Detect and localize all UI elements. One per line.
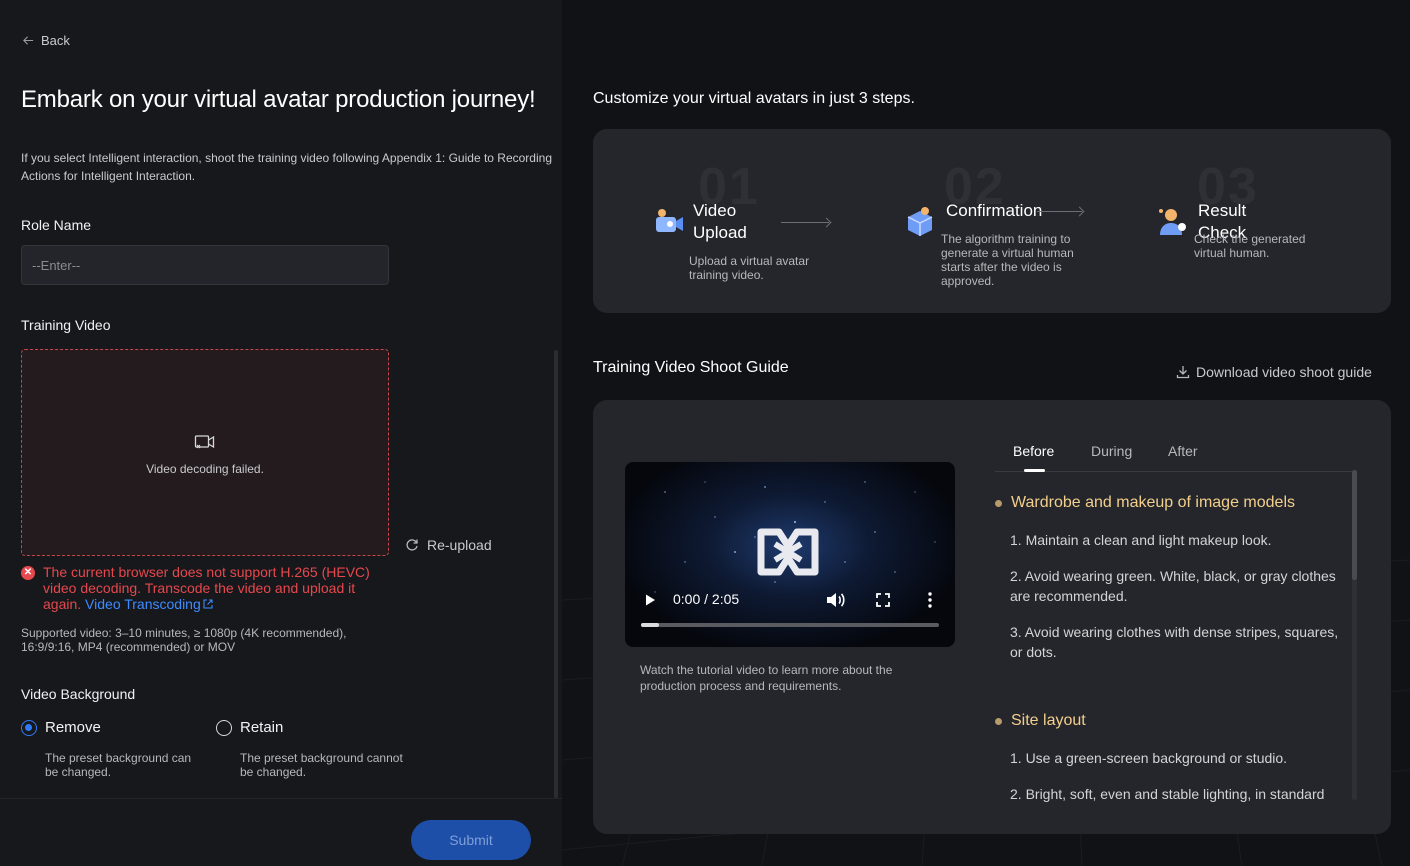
- video-error-icon: [194, 435, 215, 449]
- brand-logo: [757, 528, 819, 576]
- video-transcoding-link[interactable]: Video Transcoding: [85, 596, 214, 612]
- reupload-button[interactable]: Re-upload: [405, 537, 492, 553]
- refresh-icon: [406, 539, 418, 551]
- submit-button[interactable]: Submit: [411, 820, 531, 860]
- more-options-icon[interactable]: [925, 591, 935, 609]
- guide-item: 1. Use a green-screen background or stud…: [1010, 750, 1288, 766]
- active-tab-indicator: [1024, 469, 1045, 472]
- video-upload-icon: [656, 209, 683, 232]
- role-name-input[interactable]: [21, 245, 389, 285]
- step-title-line1: Confirmation: [946, 201, 1043, 220]
- volume-icon[interactable]: [825, 591, 845, 609]
- radio-retain-indicator[interactable]: [216, 719, 232, 736]
- tab-before[interactable]: Before: [1013, 443, 1054, 459]
- bullet-dot: [995, 499, 1002, 507]
- video-time: 0:00 / 2:05: [673, 591, 740, 607]
- tab-during[interactable]: During: [1091, 443, 1132, 459]
- radio-retain-desc: The preset background cannot be changed.: [240, 751, 403, 779]
- intro-text: If you select Intelligent interaction, s…: [21, 151, 552, 183]
- step-desc: The algorithm training to generate a vir…: [941, 232, 1074, 288]
- download-guide-label: Download video shoot guide: [1196, 364, 1372, 380]
- role-name-label: Role Name: [21, 217, 92, 233]
- step-connector: [781, 222, 829, 223]
- error-message: ✕ The current browser does not support H…: [21, 564, 381, 612]
- guide-item: 1. Maintain a clean and light makeup loo…: [1010, 532, 1272, 548]
- bullet-dot: [995, 717, 1002, 725]
- guide-title: Training Video Shoot Guide: [593, 359, 789, 376]
- reupload-label: Re-upload: [427, 537, 492, 553]
- guide-item: 3. Avoid wearing clothes with dense stri…: [1010, 624, 1339, 660]
- steps-card: 01 Video Upload Upload a virtual avatar …: [593, 129, 1391, 313]
- section-heading-text: Site layout: [1011, 712, 1086, 729]
- radio-retain-label: Retain: [240, 719, 284, 736]
- tab-after[interactable]: After: [1168, 443, 1198, 459]
- section-heading: Wardrobe and makeup of image models: [995, 494, 1295, 512]
- external-link-icon: [203, 599, 213, 609]
- result-check-icon: [1159, 209, 1186, 235]
- page-title: Embark on your virtual avatar production…: [21, 86, 536, 113]
- guide-item: 2. Avoid wearing green. White, black, or…: [1010, 568, 1336, 604]
- form-panel: Back Embark on your virtual avatar produ…: [0, 0, 562, 866]
- step-connector: [1037, 211, 1082, 212]
- download-guide-button[interactable]: Download video shoot guide: [1176, 364, 1372, 380]
- video-upload-area[interactable]: Video decoding failed.: [21, 349, 389, 556]
- radio-remove-label: Remove: [45, 719, 101, 736]
- form-scrollbar[interactable]: [554, 350, 558, 798]
- video-transcoding-label: Video Transcoding: [85, 596, 201, 612]
- radio-remove-desc: The preset background can be changed.: [45, 751, 192, 779]
- error-icon: ✕: [21, 566, 35, 580]
- radio-retain[interactable]: Retain: [216, 719, 283, 736]
- back-label: Back: [41, 33, 70, 48]
- back-button[interactable]: Back: [22, 33, 70, 48]
- download-icon: [1176, 366, 1190, 379]
- section-heading-text: Wardrobe and makeup of image models: [1011, 494, 1295, 511]
- radio-remove[interactable]: Remove: [21, 719, 101, 736]
- play-icon[interactable]: [643, 593, 657, 607]
- video-background-label: Video Background: [21, 686, 136, 702]
- step-title-line1: Video: [693, 201, 737, 220]
- step-desc: Check the generated virtual human.: [1194, 232, 1306, 260]
- info-panel: Customize your virtual avatars in just 3…: [562, 0, 1410, 866]
- steps-title: Customize your virtual avatars in just 3…: [593, 90, 915, 107]
- error-text: The current browser does not support H.2…: [43, 564, 381, 612]
- arrow-left-icon: [23, 36, 34, 45]
- confirmation-box-icon: [907, 207, 933, 236]
- scrollbar-thumb[interactable]: [1352, 470, 1357, 580]
- video-progress-bar[interactable]: [641, 623, 939, 627]
- step-desc: Upload a virtual avatar training video.: [689, 254, 810, 282]
- training-video-label: Training Video: [21, 317, 111, 333]
- guide-scrollbar[interactable]: [1352, 470, 1357, 800]
- guide-tabs: Before During After: [995, 440, 1357, 472]
- section-heading: Site layout: [995, 712, 1086, 730]
- supported-video-text: Supported video: 3–10 minutes, ≥ 1080p (…: [21, 626, 347, 654]
- step-title-line2: Upload: [693, 223, 747, 242]
- fullscreen-icon[interactable]: [875, 592, 891, 608]
- radio-remove-indicator[interactable]: [21, 719, 37, 736]
- guide-item: 2. Bright, soft, even and stable lightin…: [1010, 786, 1325, 802]
- video-progress-fill: [641, 623, 659, 627]
- upload-status-text: Video decoding failed.: [146, 462, 264, 476]
- tutorial-video-player[interactable]: 0:00 / 2:05: [625, 462, 955, 647]
- guide-card: 0:00 / 2:05 Watch the tutorial video to …: [593, 400, 1391, 834]
- footer-divider: [0, 798, 562, 799]
- video-caption: Watch the tutorial video to learn more a…: [640, 663, 893, 693]
